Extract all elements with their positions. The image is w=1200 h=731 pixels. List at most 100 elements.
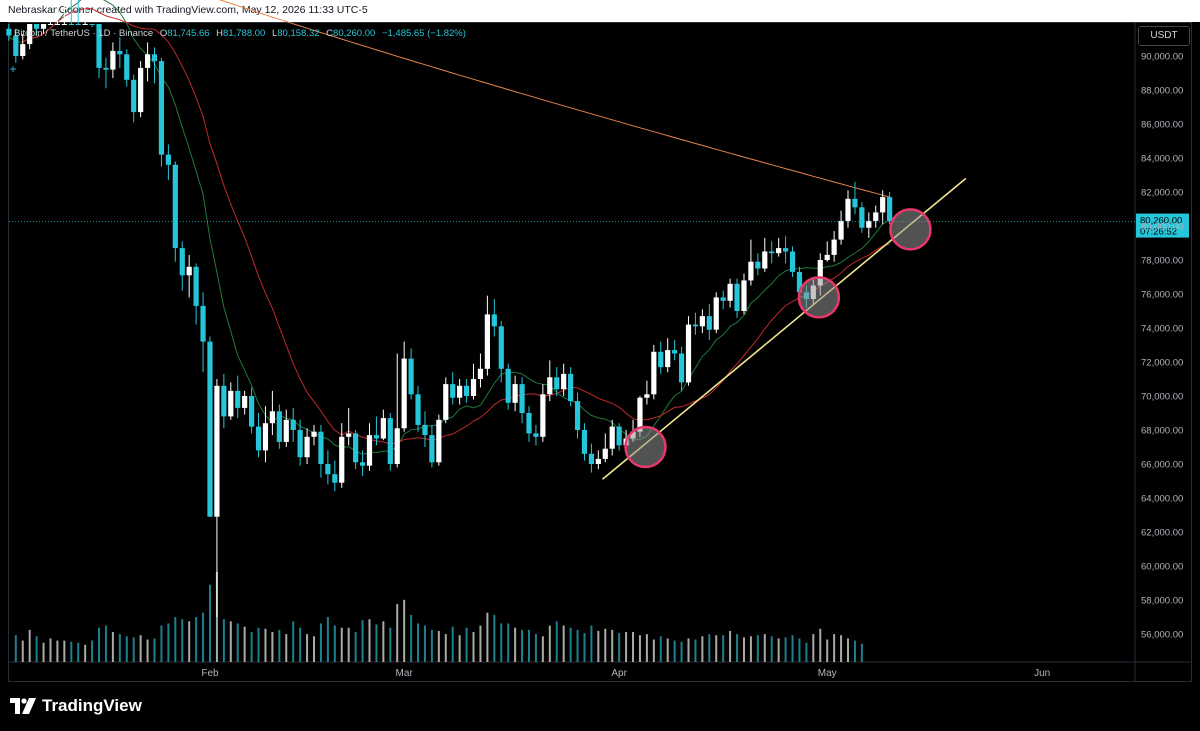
symbol-name[interactable]: Bitcoin / TetherUS · 1D · Binance	[14, 28, 153, 39]
volume-bar	[28, 629, 31, 662]
volume-bar	[784, 637, 787, 662]
tradingview-logo[interactable]: TradingView	[10, 696, 142, 716]
time-tick-label: Mar	[396, 668, 414, 679]
volume-bar	[181, 619, 184, 662]
volume-bar	[673, 640, 676, 662]
candle-body	[762, 251, 768, 269]
candle-body	[540, 394, 546, 437]
volume-bar	[368, 619, 371, 662]
volume-bar	[534, 634, 537, 662]
candle	[172, 161, 178, 262]
volume-bar	[195, 617, 198, 662]
price-tick-label: 72,000.00	[1141, 358, 1183, 369]
candle-body	[651, 351, 657, 395]
candle	[228, 382, 234, 420]
candle-body	[859, 207, 865, 228]
candle	[734, 278, 740, 318]
footer-bar	[0, 682, 1200, 731]
candle	[235, 375, 241, 419]
candle	[824, 241, 830, 262]
candle	[505, 363, 511, 410]
candle-body	[838, 220, 844, 240]
candle-body	[769, 251, 775, 254]
volume-bar	[590, 625, 593, 662]
candle	[755, 253, 761, 276]
candle-body	[339, 436, 345, 483]
time-tick-label: Apr	[611, 668, 627, 679]
candle	[415, 385, 421, 432]
candle-body	[789, 251, 796, 272]
volume-bar	[326, 617, 329, 662]
candle	[463, 379, 470, 403]
candle	[845, 190, 851, 228]
candle-body	[463, 385, 470, 396]
candle-body	[186, 266, 192, 276]
candle-body	[602, 448, 608, 459]
candle-body	[533, 433, 539, 437]
candle	[82, 0, 88, 25]
candle	[838, 210, 844, 245]
volume-bar	[715, 635, 718, 662]
volume-bar	[729, 630, 732, 662]
candle-body	[207, 341, 213, 517]
volume-bar	[541, 636, 544, 662]
candle-body	[554, 377, 560, 390]
candle-body	[727, 283, 733, 301]
volume-bar	[521, 629, 524, 662]
volume-bar	[104, 625, 107, 662]
candle	[789, 246, 796, 277]
highlight-circle	[797, 276, 841, 319]
candle-body	[512, 384, 518, 403]
candle-body	[755, 261, 761, 269]
candle	[491, 299, 497, 337]
volume-bar	[340, 627, 343, 662]
candle-body	[373, 435, 380, 439]
candle-body	[110, 50, 116, 70]
candle-body	[658, 351, 664, 368]
price-chart[interactable]: 80,260.0007:26:52+ 56,000.00 58,000.00 60,…	[0, 0, 1200, 731]
candle-body	[692, 324, 699, 327]
price-tick-label: 74,000.00	[1141, 324, 1183, 335]
candle-body	[526, 413, 532, 434]
candle	[68, 0, 74, 25]
candle-body	[75, 24, 81, 25]
volume-bar	[444, 634, 447, 662]
price-tick-label: 70,000.00	[1141, 392, 1183, 403]
candle	[644, 380, 650, 405]
volume-bar	[826, 639, 829, 662]
candle	[242, 390, 248, 415]
volume-bar	[410, 614, 413, 662]
candle-body	[124, 54, 130, 80]
candle	[47, 13, 54, 25]
candle	[651, 345, 657, 400]
candle-body	[193, 266, 199, 306]
volume-bar	[285, 634, 288, 662]
candle-body	[644, 394, 650, 398]
volume-bar	[749, 636, 752, 662]
candle	[595, 450, 601, 470]
price-tick-label: 80,000.00	[1141, 222, 1183, 233]
candle	[533, 424, 539, 446]
volume-bar	[694, 639, 697, 662]
candle	[325, 450, 331, 485]
currency-button[interactable]: USDT	[1138, 26, 1190, 46]
candle-body	[852, 198, 858, 208]
candle	[103, 57, 109, 89]
candle	[255, 413, 262, 458]
candle	[602, 433, 608, 463]
candle-body	[54, 24, 61, 25]
candle-body	[574, 401, 581, 430]
candle	[394, 353, 400, 468]
candle-body	[741, 280, 747, 311]
volume-bar	[91, 640, 94, 662]
volume-bar	[687, 638, 690, 662]
candle-body	[318, 431, 324, 464]
time-tick-label: May	[818, 668, 837, 679]
candle-body	[61, 24, 67, 25]
price-tick-label: 64,000.00	[1141, 494, 1183, 505]
candle-body	[304, 436, 310, 458]
volume-bar	[680, 641, 683, 662]
candle	[318, 424, 324, 478]
candle	[193, 263, 199, 325]
candle-body	[845, 198, 851, 221]
